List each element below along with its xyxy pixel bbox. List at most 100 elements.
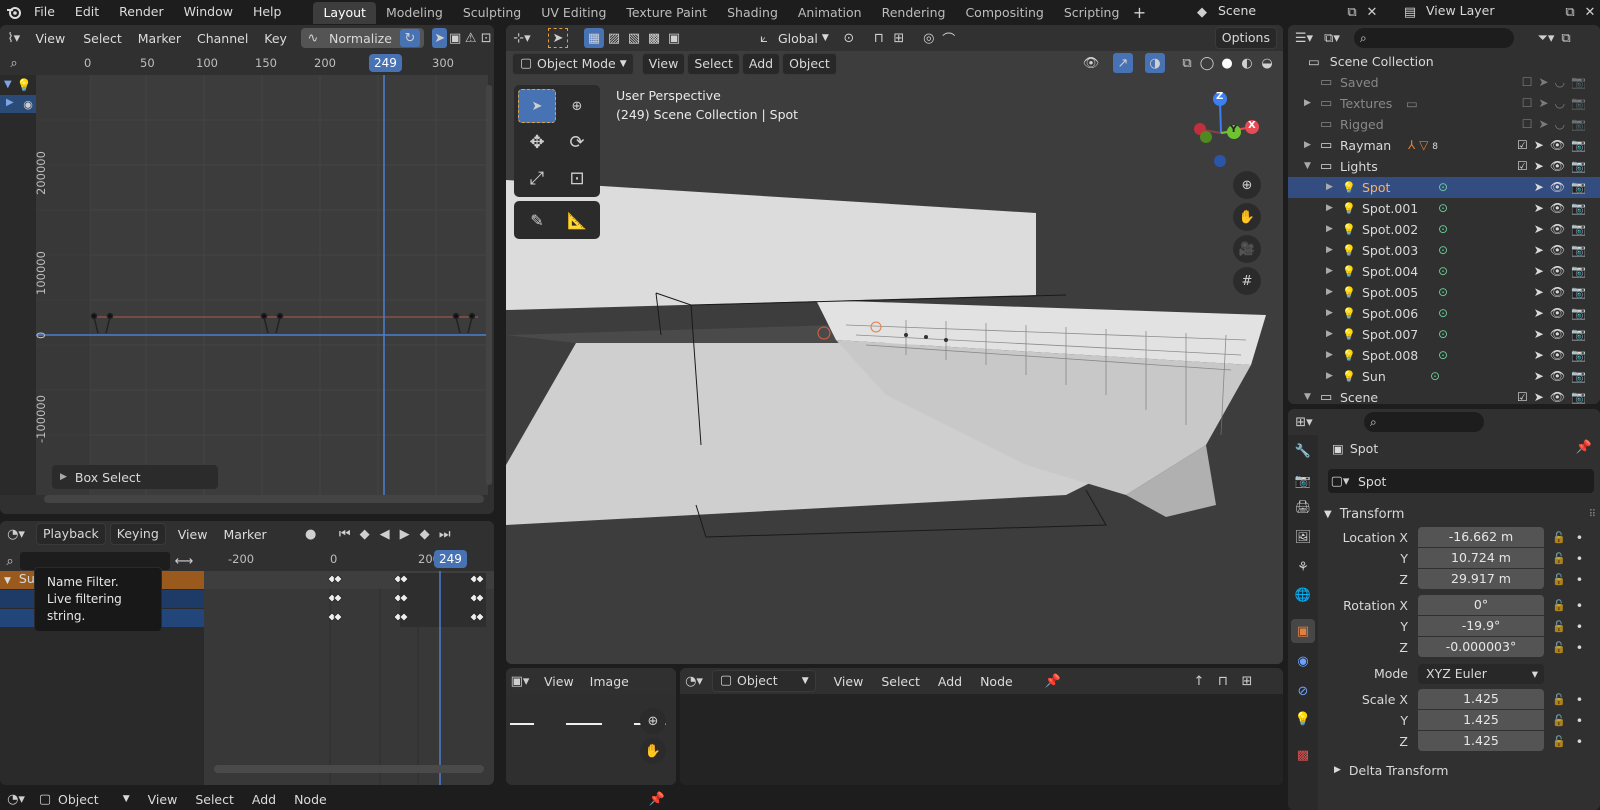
visibility-eye-icon[interactable]: 👁 [1550, 306, 1571, 320]
transform-panel-header[interactable]: ▼ Transform ⠿ [1318, 501, 1600, 527]
editor-type-icon[interactable]: ▣▾ [510, 671, 530, 691]
rotation-field[interactable]: -19.9° [1418, 616, 1544, 636]
light-data-icon[interactable]: ⊙ [1430, 366, 1440, 387]
tab-uv-editing[interactable]: UV Editing [531, 2, 616, 24]
transform-orientation[interactable]: Global [774, 31, 822, 46]
outliner-row-spot-004[interactable]: ▶ 💡 Spot.004 ⊙ ➤👁📷 [1288, 261, 1600, 282]
visibility-eye-icon[interactable]: 👁 [1550, 138, 1571, 152]
graph-menu-key[interactable]: Key [264, 31, 287, 46]
selectable-toggle-icon[interactable]: ➤ [1534, 159, 1550, 173]
visibility-eye-icon[interactable]: 👁 [1550, 327, 1571, 341]
select-mode-icon[interactable]: ➤ [548, 28, 568, 48]
outliner-row-spot-003[interactable]: ▶ 💡 Spot.003 ⊙ ➤👁📷 [1288, 240, 1600, 261]
rotation-field[interactable]: 0° [1418, 595, 1544, 615]
scene-name[interactable]: Scene [1212, 1, 1342, 23]
viewport-menu-view[interactable]: View [641, 53, 686, 75]
overlay-toggle-icon[interactable]: ◑ [1145, 53, 1165, 73]
frame-ruler[interactable]: ⌕ 0 50 100 150 200 300 249 [0, 51, 494, 75]
scene-selector[interactable]: ◆ Scene ⧉ ✕ [1192, 1, 1382, 23]
selectable-toggle-icon[interactable]: ➤ [1534, 348, 1550, 362]
expand-arrow-icon[interactable]: ▼ [1304, 387, 1311, 404]
snap-target-icon[interactable]: ⊞ [889, 28, 909, 48]
editor-type-icon[interactable]: ◔▾ [6, 524, 26, 544]
gizmo-axis-z[interactable]: Z [1216, 91, 1223, 102]
collapse-arrow-icon[interactable]: ▶ [1326, 240, 1333, 261]
collapse-arrow-icon[interactable]: ▶ [1326, 219, 1333, 240]
keyframe-dot-icon[interactable]: • [1576, 734, 1583, 749]
rotate-tool-icon[interactable]: ⟳ [558, 125, 596, 159]
lock-icon[interactable]: 🔓 [1552, 599, 1566, 612]
visibility-eye-icon[interactable]: 👁 [1550, 159, 1571, 173]
selectable-toggle-icon[interactable]: ➤ [1534, 285, 1550, 299]
select-tool-icon[interactable]: ➤ [518, 89, 556, 123]
editor-type-icon[interactable]: ⌇▾ [6, 28, 22, 48]
horizontal-scrollbar[interactable] [44, 495, 484, 503]
annotate-tool-icon[interactable]: ✎ [518, 203, 556, 237]
view-layer-icon[interactable]: ▤ [1400, 2, 1420, 22]
render-camera-icon[interactable]: 📷 [1571, 285, 1592, 299]
world-tab-icon[interactable]: 🌐 [1293, 585, 1313, 605]
outliner-row-spot-005[interactable]: ▶ 💡 Spot.005 ⊙ ➤👁📷 [1288, 282, 1600, 303]
editor-type-icon[interactable]: ⊞▾ [1294, 412, 1314, 432]
collapse-arrow-icon[interactable]: ▶ [1326, 345, 1333, 366]
light-data-icon[interactable]: ⊙ [1438, 198, 1448, 219]
lock-icon[interactable]: 🔓 [1552, 735, 1566, 748]
visibility-icon[interactable]: 👁 [1081, 53, 1101, 73]
render-camera-icon[interactable]: 📷 [1571, 201, 1592, 215]
tool-tab-icon[interactable]: 🔧 [1293, 441, 1313, 461]
viewport-menu-object[interactable]: Object [782, 53, 837, 75]
show-hidden-icon[interactable]: ▣ [447, 28, 463, 48]
mode-selector[interactable]: ▢ Object Mode ▼ [512, 53, 634, 75]
render-camera-icon[interactable]: 📷 [1571, 348, 1592, 362]
visibility-eye-icon[interactable]: 👁 [1550, 180, 1571, 194]
location-field[interactable]: 10.724 m [1418, 548, 1544, 568]
xray-icon[interactable]: ⧉ [1177, 53, 1197, 73]
snap-icon[interactable]: ⊓ [1213, 671, 1233, 691]
outliner-row-sun[interactable]: ▶ 💡 Sun ⊙ ➤👁📷 [1288, 366, 1600, 387]
add-workspace-icon[interactable]: + [1129, 2, 1149, 22]
collapse-arrow-icon[interactable]: ▶ [1304, 135, 1311, 156]
properties-search-input[interactable]: ⌕ [1364, 412, 1484, 432]
light-data-tab-icon[interactable]: 💡 [1293, 709, 1313, 729]
selectable-toggle-icon[interactable]: ➤ [1534, 390, 1550, 404]
collapse-arrow-icon[interactable]: ▶ [6, 97, 14, 108]
texture-tab-icon[interactable]: ▩ [1293, 745, 1313, 765]
tab-texture-paint[interactable]: Texture Paint [616, 2, 717, 24]
current-frame-indicator[interactable]: 249 [434, 550, 467, 568]
light-data-icon[interactable]: ⊙ [1438, 303, 1448, 324]
editor-type-icon[interactable]: ⊹▾ [512, 28, 532, 48]
exclude-checkbox[interactable]: ☐ [1522, 75, 1539, 89]
timeline-ruler[interactable]: -200 0 200 249 [204, 547, 494, 571]
editor-type-icon[interactable]: ◔▾ [684, 671, 704, 691]
render-camera-icon[interactable]: 📷 [1571, 75, 1592, 89]
playback-menu[interactable]: Playback [36, 523, 106, 545]
visibility-eye-icon[interactable]: 👁 [1550, 222, 1571, 236]
pin-icon[interactable]: 📌 [647, 789, 667, 809]
menu-file[interactable]: File [24, 0, 65, 24]
scale-tool-icon[interactable]: ⤢ [518, 161, 556, 195]
lock-icon[interactable]: 🔓 [1552, 552, 1566, 565]
timeline-menu-marker[interactable]: Marker [223, 527, 266, 542]
keyframe-dot-icon[interactable]: • [1576, 572, 1583, 587]
delta-transform-header[interactable]: ▶ Delta Transform [1318, 758, 1600, 782]
gizmo-toggle-icon[interactable]: ↗ [1113, 53, 1133, 73]
collapse-arrow-icon[interactable]: ▶ [1304, 93, 1311, 114]
selectable-toggle-icon[interactable]: ➤ [1534, 264, 1550, 278]
snap-grid-icon[interactable]: ⊞ [1237, 671, 1257, 691]
outliner-row-spot-006[interactable]: ▶ 💡 Spot.006 ⊙ ➤👁📷 [1288, 303, 1600, 324]
visibility-eye-icon[interactable]: ◡ [1555, 117, 1571, 131]
light-data-icon[interactable]: ⊙ [1438, 177, 1448, 198]
graph-menu-channel[interactable]: Channel [197, 31, 248, 46]
timeline-menu-view[interactable]: View [178, 527, 208, 542]
render-camera-icon[interactable]: 📷 [1571, 222, 1592, 236]
close-scene-icon[interactable]: ✕ [1362, 2, 1382, 22]
outliner-row-spot-002[interactable]: ▶ 💡 Spot.002 ⊙ ➤👁📷 [1288, 219, 1600, 240]
node-menu-select[interactable]: Select [881, 674, 920, 689]
keyframe-dot-icon[interactable]: • [1576, 619, 1583, 634]
collapse-arrow-icon[interactable]: ▶ [1326, 177, 1333, 198]
exclude-checkbox[interactable]: ☑ [1517, 159, 1534, 173]
outliner-row-lights[interactable]: ▼ ▭ Lights ☑➤👁📷 [1288, 156, 1600, 177]
keyframe-dot-icon[interactable]: • [1576, 598, 1583, 613]
menu-render[interactable]: Render [109, 0, 174, 24]
zoom-icon[interactable]: ⊕ [1233, 171, 1261, 199]
